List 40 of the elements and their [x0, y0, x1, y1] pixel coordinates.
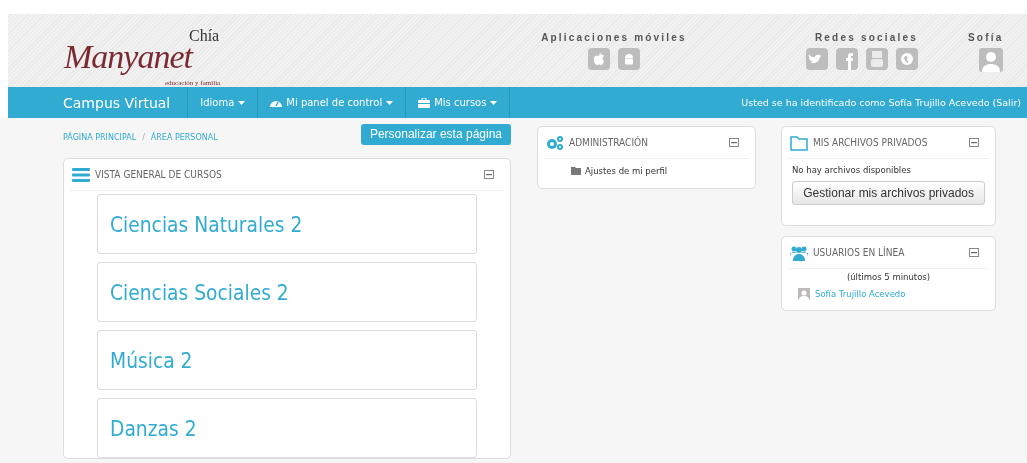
- empty-message: No hay archivos disponibles: [792, 165, 912, 175]
- manage-files-button[interactable]: Gestionar mis archivos privados: [792, 181, 985, 205]
- block-title: ADMINISTRACIÓN: [569, 136, 648, 149]
- briefcase-icon: [418, 97, 431, 108]
- block-title: MIS ARCHIVOS PRIVADOS: [813, 136, 928, 149]
- caret-icon: [490, 100, 498, 105]
- facebook-icon[interactable]: [836, 48, 858, 70]
- breadcrumb-link[interactable]: ÁREA PERSONAL: [150, 133, 218, 142]
- gears-icon: [546, 134, 564, 151]
- folder-icon: [571, 167, 581, 175]
- collapse-icon[interactable]: [729, 138, 739, 147]
- course-link[interactable]: Ciencias Naturales 2: [110, 211, 303, 237]
- customize-page-button[interactable]: Personalizar esta página: [360, 124, 511, 145]
- collapse-icon[interactable]: [484, 170, 494, 179]
- login-info: Usted se ha identificado como Sofía Trujillo Acevedo (Salir): [741, 96, 1021, 110]
- menu-icon[interactable]: [72, 166, 90, 183]
- user-name: Sofía: [968, 32, 1004, 43]
- course-link[interactable]: Danzas 2: [110, 415, 197, 441]
- time-range-text: (últimos 5 minutos): [845, 272, 932, 282]
- logo-place-text: Chía: [189, 27, 220, 45]
- folder-icon: [790, 134, 808, 151]
- course-link[interactable]: Ciencias Sociales 2: [110, 279, 289, 305]
- avatar-icon: [798, 288, 810, 300]
- breadcrumb-separator: /: [142, 133, 145, 142]
- avatar-icon[interactable]: [979, 48, 1004, 72]
- course-link[interactable]: Música 2: [110, 347, 193, 373]
- bird-icon[interactable]: [806, 48, 828, 70]
- collapse-icon[interactable]: [969, 248, 979, 257]
- menu-link[interactable]: Ajustes de mi perfil: [585, 166, 668, 176]
- section-title: Redes sociales: [814, 32, 918, 43]
- caret-icon: [386, 100, 394, 105]
- apple-icon[interactable]: [588, 48, 610, 70]
- section-title: Aplicaciones móviles: [541, 32, 687, 43]
- caret-icon: [238, 100, 246, 105]
- block-title: USUARIOS EN LÍNEA: [813, 246, 905, 259]
- user-link[interactable]: Sofía Trujillo Acevedo: [815, 289, 906, 299]
- block-title: VISTA GENERAL DE CURSOS: [95, 168, 222, 181]
- users-icon: [790, 244, 808, 261]
- breadcrumb-link[interactable]: PÁGINA PRINCIPAL: [63, 133, 137, 142]
- collapse-icon[interactable]: [969, 138, 979, 147]
